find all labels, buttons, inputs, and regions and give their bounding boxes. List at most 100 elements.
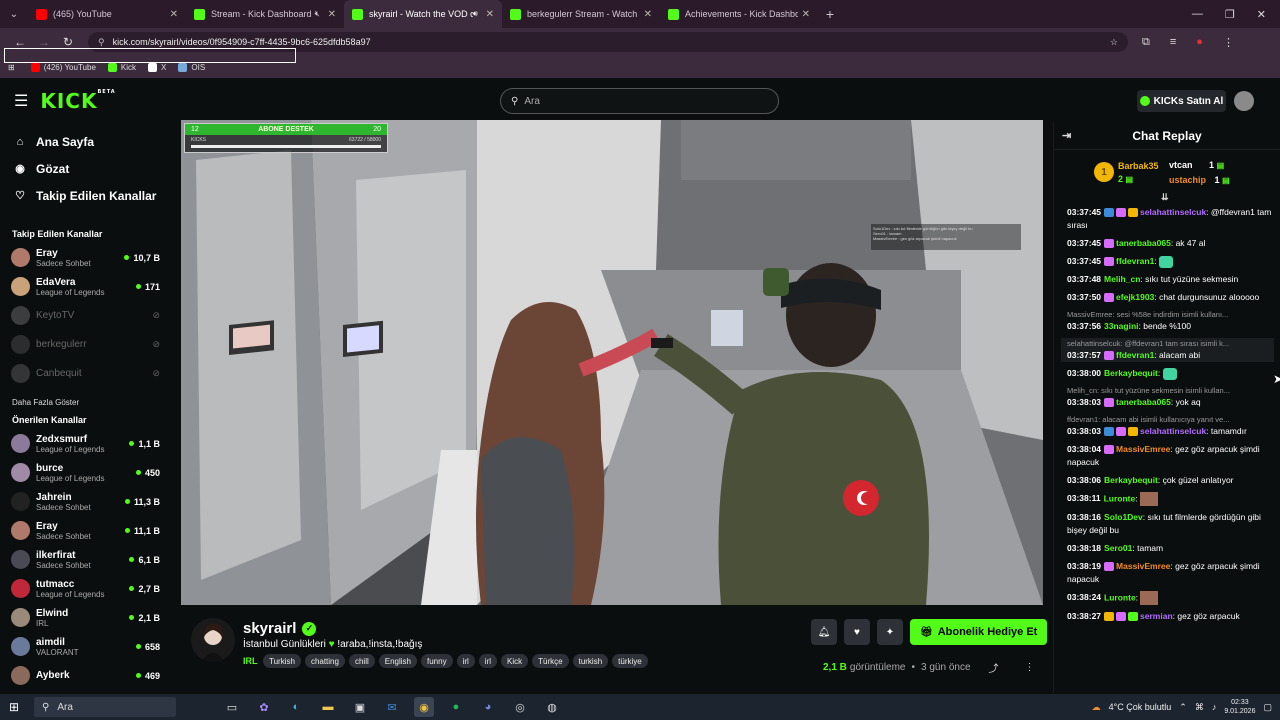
forward-icon[interactable]: → [32, 35, 56, 49]
tag-pill[interactable]: Turkish [263, 654, 301, 668]
video-player[interactable]: 12 ABONE DESTEK 20 KICKS 63722 / 58000 Solo… [181, 120, 1043, 605]
bookmark-item[interactable]: (426) YouTube [30, 62, 96, 72]
chat-message[interactable]: 03:38:00 Berkaybequit: [1067, 367, 1274, 380]
hamburger-menu-icon[interactable]: ☰ [14, 91, 28, 111]
channel-item[interactable]: KeytoTV ⊘ [0, 301, 170, 330]
bookmark-star-icon[interactable]: ☆ [1110, 37, 1118, 48]
chat-message[interactable]: 03:37:48 Melih_cn: sıkı tut yüzüne sekmes… [1067, 273, 1274, 286]
search-input[interactable]: ⚲ Ara [500, 88, 779, 114]
chat-message[interactable]: 03:37:45 ffdevran1: [1067, 255, 1274, 268]
channel-item[interactable]: Eray Sadece Sohbet 10,7 B [0, 243, 170, 272]
message-username[interactable]: ffdevran1 [1116, 350, 1154, 360]
message-username[interactable]: Melih_cn [1104, 274, 1140, 284]
channel-item[interactable]: berkegulerr ⊘ [0, 330, 170, 359]
channel-item[interactable]: burce League of Legends 450 [0, 458, 170, 487]
minimize-icon[interactable]: — [1192, 8, 1203, 21]
message-username[interactable]: Luronte [1104, 493, 1136, 503]
tag-pill[interactable]: chill [348, 654, 375, 668]
more-options-icon[interactable]: ⋮ [1025, 662, 1035, 673]
channel-item[interactable]: Jahrein Sadece Sohbet 11,3 B [0, 487, 170, 516]
volume-icon[interactable]: ♪ [1212, 702, 1217, 712]
reply-preview[interactable]: selahattinselcuk: @ffdevran1 tam sırası … [1067, 338, 1274, 349]
streamer-avatar[interactable] [191, 618, 235, 662]
channel-item[interactable]: Elwind IRL 2,1 B [0, 603, 170, 632]
message-username[interactable]: Berkaybequit [1104, 475, 1158, 485]
message-username[interactable]: tanerbaba065 [1116, 238, 1171, 248]
browser-tab[interactable]: skyrairl - Watch the VOD o 🔊︎ ✕ [344, 0, 502, 28]
file-explorer-icon[interactable]: ▬ [318, 697, 338, 717]
edge-icon[interactable]: ◐ [286, 697, 306, 717]
message-username[interactable]: MassivEmree [1116, 561, 1170, 571]
show-more-link[interactable]: Daha Fazla Göster [0, 398, 170, 407]
close-tab-icon[interactable]: ✕ [644, 9, 652, 20]
network-icon[interactable]: ⌘ [1195, 702, 1204, 713]
chat-message[interactable]: ffdevran1: alacam abi isimli kullanıcıya… [1067, 414, 1274, 438]
chat-message[interactable]: 03:37:45 tanerbaba065: ak 47 al [1067, 237, 1274, 250]
obs-icon[interactable]: ◍ [542, 697, 562, 717]
tag-pill[interactable]: chatting [304, 654, 345, 668]
chat-message[interactable]: 03:38:04 MassivEmree: gez göz arpacuk şim… [1067, 443, 1274, 469]
app-icon[interactable]: ◎ [510, 697, 530, 717]
message-username[interactable]: Berkaybequit [1104, 368, 1158, 378]
share-icon[interactable]: ⤴ [989, 660, 999, 675]
message-username[interactable]: Solo1Dev [1104, 512, 1143, 522]
message-username[interactable]: ffdevran1 [1116, 256, 1154, 266]
message-username[interactable]: sermian [1140, 611, 1173, 621]
tag-pill[interactable]: funny [421, 654, 453, 668]
category-link[interactable]: IRL [243, 656, 258, 666]
tag-pill[interactable]: Türkçe [532, 654, 569, 668]
apps-icon[interactable]: ⊞ [8, 63, 15, 72]
close-window-icon[interactable]: ✕ [1257, 8, 1266, 21]
chat-message[interactable]: 03:37:45 selahattinselcuk: @ffdevran1 tam… [1067, 206, 1274, 232]
channel-item[interactable]: EdaVera League of Legends 171 [0, 272, 170, 301]
channel-item[interactable]: Ayberk 469 [0, 661, 170, 690]
message-username[interactable]: selahattinselcuk [1140, 207, 1206, 217]
reply-preview[interactable]: MassivEmree: sesi %58e indirdim isimli k… [1067, 309, 1274, 320]
profile-icon[interactable]: ● [1196, 36, 1203, 49]
taskbar-search[interactable]: ⚲ Ara [34, 697, 176, 717]
tag-pill[interactable]: türkiye [612, 654, 648, 668]
chat-message[interactable]: MassivEmree: sesi %58e indirdim isimli k… [1067, 309, 1274, 333]
message-username[interactable]: 33nagini [1104, 321, 1138, 331]
message-username[interactable]: MassivEmree [1116, 444, 1170, 454]
chat-message[interactable]: 03:38:24 Luronte: [1067, 591, 1274, 605]
new-tab-button[interactable]: + [818, 6, 842, 22]
maximize-icon[interactable]: ❐ [1225, 8, 1235, 21]
collapse-chat-icon[interactable]: ⇥ [1062, 129, 1071, 142]
start-button[interactable]: ⊞ [0, 700, 28, 714]
clock[interactable]: 02:33 9.01.2026 [1224, 698, 1255, 716]
tray-chevron-icon[interactable]: ⌃ [1179, 702, 1187, 713]
channel-item[interactable]: aimdil VALORANT 658 [0, 632, 170, 661]
reload-icon[interactable]: ↻ [56, 35, 80, 49]
tag-pill[interactable]: English [378, 654, 417, 668]
channel-item[interactable]: Eray Sadece Sohbet 11,1 B [0, 516, 170, 545]
channel-item[interactable]: Zedxsmurf League of Legends 1,1 B [0, 429, 170, 458]
browser-tab[interactable]: berkegulerr Stream - Watch Liv ✕ [502, 0, 660, 28]
reply-preview[interactable]: ffdevran1: alacam abi isimli kullanıcıya… [1067, 414, 1274, 425]
chat-message[interactable]: 03:38:18 Sero01: tamam [1067, 542, 1274, 555]
user-avatar[interactable] [1234, 91, 1254, 111]
notification-bell-button[interactable]: 🔔︎ [811, 619, 837, 645]
extensions-icon[interactable]: ⧉ [1142, 36, 1150, 49]
task-view-icon[interactable]: ▭ [222, 697, 242, 717]
reply-preview[interactable]: Melih_cn: sıkı tut yüzüne sekmesin isiml… [1067, 385, 1274, 396]
nav-browse[interactable]: ◉ Gözat [0, 155, 170, 182]
muted-icon[interactable]: 🔇︎ [315, 9, 320, 19]
bookmark-item[interactable]: OIS [178, 62, 205, 72]
chat-message[interactable]: selahattinselcuk: @ffdevran1 tam sırası … [1061, 338, 1274, 362]
bookmark-item[interactable]: X [148, 62, 166, 72]
weather-text[interactable]: 4°C Çok bulutlu [1109, 702, 1172, 712]
close-tab-icon[interactable]: ✕ [802, 9, 810, 20]
follow-heart-button[interactable]: ♥ [844, 619, 870, 645]
chat-message[interactable]: 03:38:19 MassivEmree: gez göz arpacuk şim… [1067, 560, 1274, 586]
store-icon[interactable]: ▣ [350, 697, 370, 717]
site-info-icon[interactable]: ⚲ [98, 37, 105, 48]
nav-home[interactable]: ⌂ Ana Sayfa [0, 128, 170, 155]
tag-pill[interactable]: Kick [501, 654, 529, 668]
mail-icon[interactable]: ✉ [382, 697, 402, 717]
audio-icon[interactable]: 🔊︎ [473, 9, 478, 19]
chat-message[interactable]: 03:38:06 Berkaybequit: çok güzel anlatıyo… [1067, 474, 1274, 487]
expand-leaderboard-icon[interactable]: ⇊ [1161, 192, 1169, 203]
close-tab-icon[interactable]: ✕ [328, 9, 336, 20]
tag-pill[interactable]: irl [478, 654, 498, 668]
